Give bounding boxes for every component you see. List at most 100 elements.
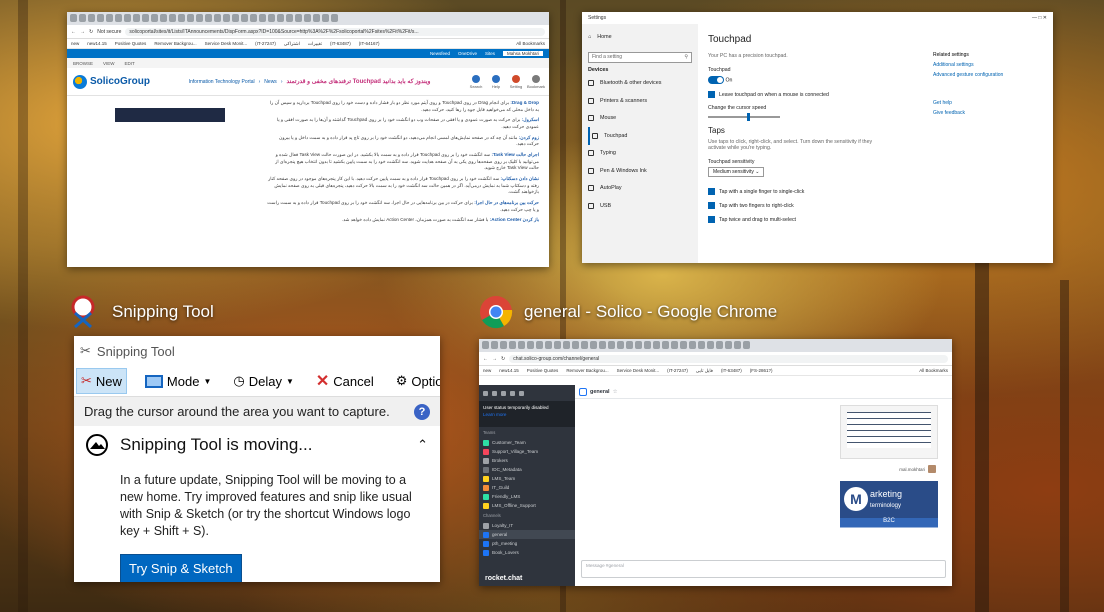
chrome-caption[interactable]: general - Solico - Google Chrome [478, 294, 777, 330]
avatar[interactable] [928, 465, 936, 473]
touchpad-toggle[interactable] [708, 76, 724, 84]
bookmark-item[interactable]: (IT-63487) [330, 41, 351, 46]
mode-button[interactable]: Mode ▼ [141, 370, 215, 393]
bookmark-item[interactable]: Service Desk Monit... [205, 41, 248, 46]
all-bookmarks[interactable]: All Bookmarks [919, 368, 948, 373]
all-bookmarks[interactable]: All Bookmarks [516, 41, 545, 46]
bookmark-item[interactable]: Service Desk Monit... [617, 368, 660, 373]
bookmark-item[interactable]: new14.15 [499, 368, 519, 373]
forward-icon[interactable]: → [80, 29, 85, 35]
home-icon[interactable] [483, 390, 488, 396]
get-help-link[interactable]: Get help [933, 100, 1033, 106]
sites-link[interactable]: Sites [485, 51, 495, 56]
chevron-up-icon[interactable]: ⌃ [417, 437, 428, 453]
help-tool[interactable]: Help [489, 74, 503, 89]
nav-bluetooth[interactable]: Bluetooth & other devices [588, 75, 692, 93]
slider-thumb[interactable] [746, 113, 750, 121]
tap-option-checkbox[interactable] [708, 216, 715, 223]
learn-more-link[interactable]: Learn more [483, 412, 571, 417]
onedrive-link[interactable]: OneDrive [458, 51, 477, 56]
bookmark-item[interactable]: Positive Quotes [527, 368, 559, 373]
settings-window-thumbnail[interactable]: Settings — □ ✕ ⌂ Home Find a setting ⚲ Dev… [582, 12, 1053, 263]
team-item[interactable]: Customer_Team [479, 438, 575, 447]
channel-item[interactable]: Loyalty_IT [479, 521, 575, 530]
browser-tab-strip[interactable] [479, 339, 952, 352]
advanced-gesture-link[interactable]: Advanced gesture configuration [933, 72, 1033, 78]
breadcrumb-item[interactable]: News [264, 79, 277, 85]
settings-search-input[interactable]: Find a setting ⚲ [588, 51, 692, 63]
search-icon[interactable] [492, 390, 497, 396]
channel-item-general[interactable]: general [479, 530, 575, 539]
bookmark-item[interactable]: Remover Backgrou... [566, 368, 608, 373]
bookmark-item[interactable]: new [71, 41, 79, 46]
snipping-window-thumbnail[interactable]: ✂ Snipping Tool ✂ New Mode ▼ ◷ Delay ▼ ✕ Canc… [74, 336, 440, 582]
cursor-speed-slider[interactable] [708, 113, 780, 121]
bookmark-item[interactable]: (IT-27247) [667, 368, 688, 373]
bookmark-item[interactable]: new [483, 368, 491, 373]
bookmark-item[interactable]: Remover Backgrou... [154, 41, 196, 46]
channel-item[interactable]: Book_Lovers [479, 548, 575, 557]
breadcrumb-item[interactable]: Information Technology Portal [189, 79, 255, 85]
team-item[interactable]: IT_Guild [479, 483, 575, 492]
marketing-image[interactable]: M arketing terminology B2C [840, 481, 938, 543]
user-menu[interactable]: Mahsa Mokhtari [502, 51, 543, 56]
give-feedback-link[interactable]: Give feedback [933, 110, 1033, 116]
back-icon[interactable]: ← [71, 29, 76, 35]
ribbon-tab[interactable]: EDIT [125, 61, 135, 66]
new-button[interactable]: ✂ New [76, 368, 127, 394]
forward-icon[interactable]: → [492, 356, 497, 362]
reload-icon[interactable]: ↻ [89, 29, 93, 35]
team-item[interactable]: Brokers [479, 456, 575, 465]
bookmark-item[interactable]: (FS-2861?) [750, 368, 773, 373]
tap-option-checkbox[interactable] [708, 202, 715, 209]
search-tool[interactable]: Search [469, 74, 483, 89]
reload-icon[interactable]: ↻ [501, 356, 505, 362]
bookmark-item[interactable]: (IT-64167) [359, 41, 380, 46]
browser-tab-strip[interactable] [67, 12, 549, 25]
team-item[interactable]: LMS_Team [479, 474, 575, 483]
leave-on-checkbox[interactable] [708, 91, 715, 98]
nav-typing[interactable]: Typing [588, 145, 692, 163]
ribbon-tab[interactable]: VIEW [103, 61, 115, 66]
url-text[interactable]: solicoportal/sites/it/Lists/ITAnnounceme… [125, 27, 545, 36]
address-bar[interactable]: ← → ↻ chat.solico-group.com/channel/gene… [479, 352, 952, 366]
sensitivity-select[interactable]: Medium sensitivity ⌄ [708, 167, 765, 177]
team-item[interactable]: Friendly_LMS [479, 492, 575, 501]
nav-usb[interactable]: USB [588, 197, 692, 215]
sharepoint-window-thumbnail[interactable]: ← → ↻ Not secure solicoportal/sites/it/L… [67, 12, 549, 267]
bookmark-item[interactable]: (IT-27247) [255, 41, 276, 46]
chrome-window-thumbnail[interactable]: ← → ↻ chat.solico-group.com/channel/gene… [479, 339, 952, 586]
try-snip-sketch-button[interactable]: Try Snip & Sketch [120, 553, 242, 582]
bookmark-item[interactable]: Positive Quotes [115, 41, 147, 46]
newsfeed-link[interactable]: Newsfeed [430, 51, 450, 56]
snipping-caption[interactable]: Snipping Tool [66, 294, 214, 330]
nav-touchpad[interactable]: Touchpad [588, 127, 692, 145]
nav-printers[interactable]: Printers & scanners [588, 92, 692, 110]
bookmark-item[interactable]: اشتراکی [284, 41, 300, 47]
star-icon[interactable]: ☆ [613, 389, 618, 395]
bookmark-item[interactable]: (IT-63487) [721, 368, 742, 373]
directory-icon[interactable] [501, 390, 506, 396]
sort-icon[interactable] [510, 390, 515, 396]
help-icon[interactable]: ? [414, 403, 430, 420]
settings-home[interactable]: ⌂ Home [588, 28, 692, 46]
channel-item[interactable]: pth_meeting [479, 539, 575, 548]
bookmark-item[interactable]: فایل تایی [696, 368, 713, 374]
options-button[interactable]: ⚙Options [392, 369, 440, 393]
nav-pen[interactable]: Pen & Windows Ink [588, 162, 692, 180]
address-bar[interactable]: ← → ↻ Not secure solicoportal/sites/it/L… [67, 25, 549, 39]
solico-logo[interactable]: SolicoGroup [73, 74, 150, 89]
additional-settings-link[interactable]: Additional settings [933, 62, 1033, 68]
back-icon[interactable]: ← [483, 356, 488, 362]
bookmark-item[interactable]: new14.15 [87, 41, 107, 46]
bookmark-tool[interactable]: Bookmark [527, 74, 545, 89]
create-icon[interactable] [519, 390, 524, 396]
message-composer[interactable]: Message #general [581, 560, 946, 578]
team-item[interactable]: IDC_Metadata [479, 465, 575, 474]
cancel-button[interactable]: ✕ Cancel [312, 367, 378, 395]
team-item[interactable]: Support_Village_Team [479, 447, 575, 456]
notice-header[interactable]: Snipping Tool is moving... ⌃ [86, 434, 428, 456]
bookmark-item[interactable]: تغییرات [308, 41, 322, 47]
tap-option-checkbox[interactable] [708, 188, 715, 195]
setting-tool[interactable]: Setting [509, 74, 523, 89]
